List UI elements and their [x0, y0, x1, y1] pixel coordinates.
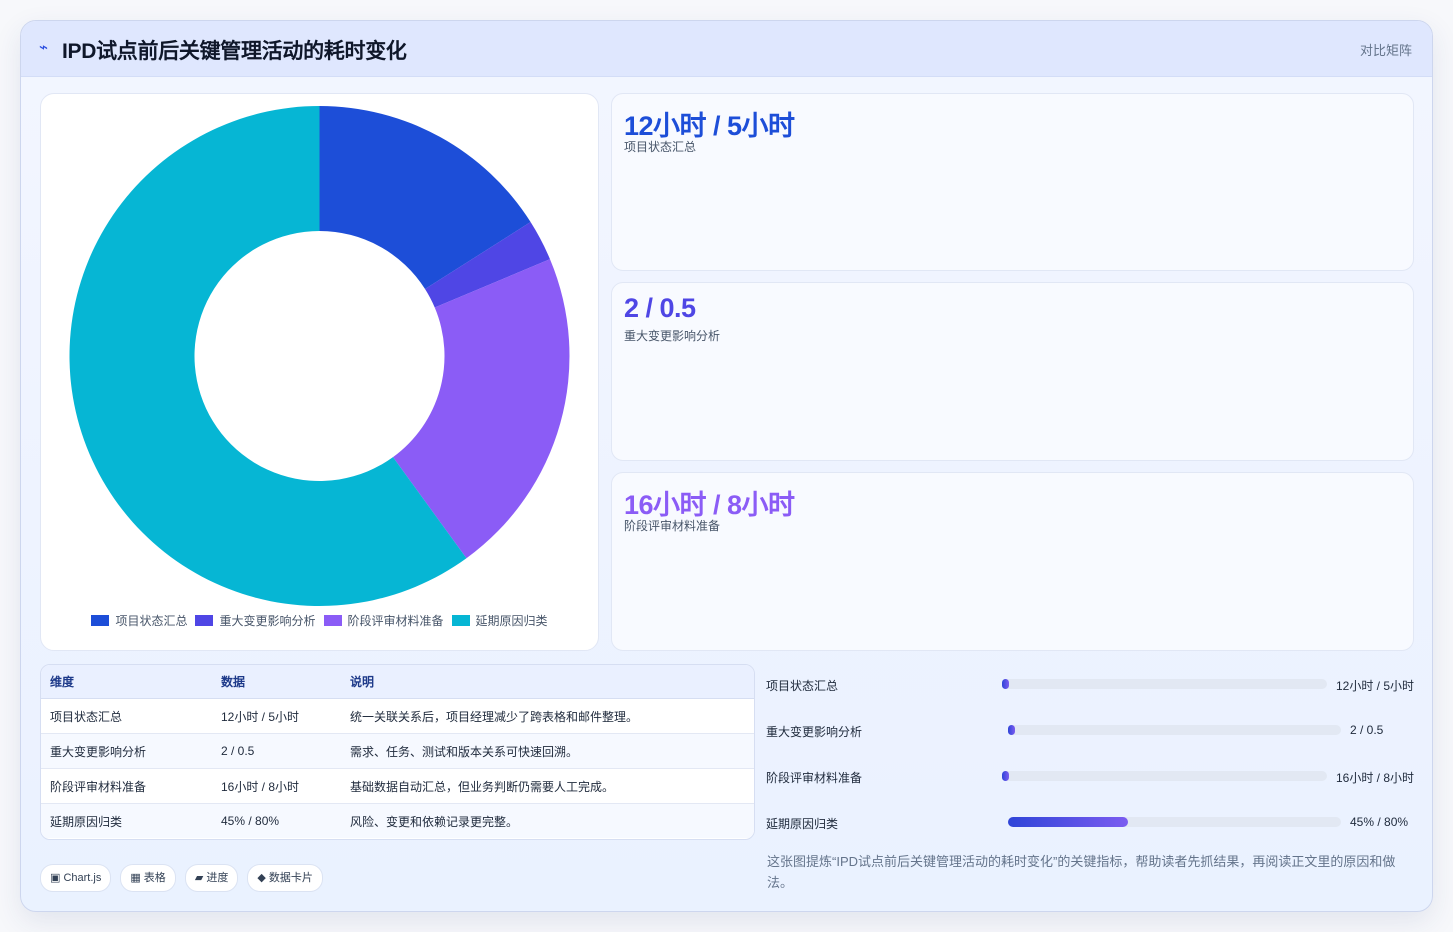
stat-label: 阶段评审材料准备 — [624, 519, 721, 533]
donut-chart — [69, 106, 570, 606]
column-header-dimension: 维度 — [41, 665, 212, 699]
cell-dimension: 项目状态汇总 — [41, 698, 212, 734]
legend-swatch — [323, 615, 342, 626]
cell-dimension: 延期原因归类 — [41, 803, 212, 838]
page-title: IPD试点前后关键管理活动的耗时变化 — [62, 40, 407, 63]
chip-chartjs[interactable]: ▣ Chart.js — [40, 864, 112, 892]
progress-value: 16小时 / 8小时 — [1336, 771, 1415, 785]
cell-data: 45% / 80% — [212, 803, 341, 838]
progress-value: 2 / 0.5 — [1350, 723, 1384, 737]
legend-swatch — [91, 615, 110, 626]
table-row: 延期原因归类 45% / 80% 风险、变更和依赖记录更完整。 — [41, 803, 754, 838]
progress-fill — [1008, 725, 1015, 735]
cell-description: 基础数据自动汇总，但业务判断仍需要人工完成。 — [341, 768, 754, 804]
progress-value: 45% / 80% — [1350, 815, 1409, 829]
donut-chart-card: 项目状态汇总 重大变更影响分析 阶段评审材料准备 延期原因归类 — [40, 93, 599, 651]
stat-card-status-summary: 12小时 / 5小时 项目状态汇总 — [611, 93, 1414, 271]
table-row: 重大变更影响分析 2 / 0.5 需求、任务、测试和版本关系可快速回溯。 — [41, 733, 754, 769]
legend-item[interactable]: 项目状态汇总 — [91, 612, 187, 629]
chip-row: ▣ Chart.js ▦ 表格 ▰ 进度 ◆ 数据卡片 — [40, 864, 332, 892]
cell-data: 16小时 / 8小时 — [212, 768, 341, 804]
progress-row: 项目状态汇总 12小时 / 5小时 — [766, 673, 1416, 697]
legend-item[interactable]: 重大变更影响分析 — [195, 612, 316, 629]
progress-fill — [1002, 771, 1009, 781]
legend-label: 重大变更影响分析 — [219, 614, 316, 628]
progress-fill — [1008, 817, 1128, 827]
progress-track — [1008, 725, 1341, 735]
stat-label: 重大变更影响分析 — [624, 329, 721, 343]
progress-value: 12小时 / 5小时 — [1336, 679, 1415, 693]
cell-data: 2 / 0.5 — [212, 733, 341, 769]
progress-row: 延期原因归类 45% / 80% — [766, 811, 1416, 835]
legend-label: 项目状态汇总 — [115, 614, 188, 628]
legend-label: 延期原因归类 — [475, 614, 548, 628]
cell-dimension: 阶段评审材料准备 — [41, 768, 212, 804]
cell-description: 需求、任务、测试和版本关系可快速回溯。 — [341, 733, 754, 769]
chart-legend: 项目状态汇总 重大变更影响分析 阶段评审材料准备 延期原因归类 — [41, 612, 598, 629]
stat-card-review-prep: 16小时 / 8小时 阶段评审材料准备 — [611, 472, 1414, 651]
comparison-table: 维度 数据 说明 项目状态汇总 12小时 / 5小时 统一关联关系后，项目经理减… — [40, 664, 755, 840]
table-row: 阶段评审材料准备 16小时 / 8小时 基础数据自动汇总，但业务判断仍需要人工完… — [41, 768, 754, 804]
chip-table[interactable]: ▦ 表格 — [120, 864, 176, 892]
progress-track — [1008, 817, 1341, 827]
cell-dimension: 重大变更影响分析 — [41, 733, 212, 769]
progress-track — [1002, 679, 1327, 689]
chip-data-cards[interactable]: ◆ 数据卡片 — [247, 864, 323, 892]
view-tag: 对比矩阵 — [1359, 43, 1412, 58]
legend-item[interactable]: 阶段评审材料准备 — [323, 612, 444, 629]
summary-note: 这张图提炼“IPD试点前后关键管理活动的耗时变化”的关键指标，帮助读者先抓结果，… — [767, 854, 1396, 890]
cell-description: 风险、变更和依赖记录更完整。 — [341, 803, 754, 838]
stat-label: 项目状态汇总 — [624, 140, 697, 154]
cell-data: 12小时 / 5小时 — [212, 698, 341, 734]
progress-row: 重大变更影响分析 2 / 0.5 — [766, 719, 1416, 743]
legend-swatch — [451, 615, 470, 626]
progress-label: 延期原因归类 — [766, 817, 839, 831]
cell-description: 统一关联关系后，项目经理减少了跨表格和邮件整理。 — [341, 698, 754, 734]
stat-value: 2 / 0.5 — [624, 293, 696, 323]
progress-label: 项目状态汇总 — [766, 679, 839, 693]
bolt-icon: ⌁ — [39, 39, 49, 56]
chip-progress[interactable]: ▰ 进度 — [184, 864, 239, 892]
table-header-row: 维度 数据 说明 — [41, 665, 754, 699]
progress-row: 阶段评审材料准备 16小时 / 8小时 — [766, 765, 1416, 789]
header-bar: ⌁ IPD试点前后关键管理活动的耗时变化 对比矩阵 — [21, 21, 1432, 77]
legend-item[interactable]: 延期原因归类 — [451, 612, 548, 629]
stat-card-change-analysis: 2 / 0.5 重大变更影响分析 — [611, 282, 1414, 461]
main-panel: ⌁ IPD试点前后关键管理活动的耗时变化 对比矩阵 项目状态汇总 重大变更影响分析… — [20, 20, 1433, 912]
legend-swatch — [195, 615, 214, 626]
progress-label: 重大变更影响分析 — [766, 725, 863, 739]
progress-label: 阶段评审材料准备 — [766, 771, 863, 785]
progress-track — [1002, 771, 1327, 781]
legend-label: 阶段评审材料准备 — [347, 614, 444, 628]
column-header-data: 数据 — [212, 665, 341, 699]
progress-fill — [1002, 679, 1009, 689]
table-row: 项目状态汇总 12小时 / 5小时 统一关联关系后，项目经理减少了跨表格和邮件整… — [41, 698, 754, 734]
column-header-description: 说明 — [341, 665, 754, 699]
